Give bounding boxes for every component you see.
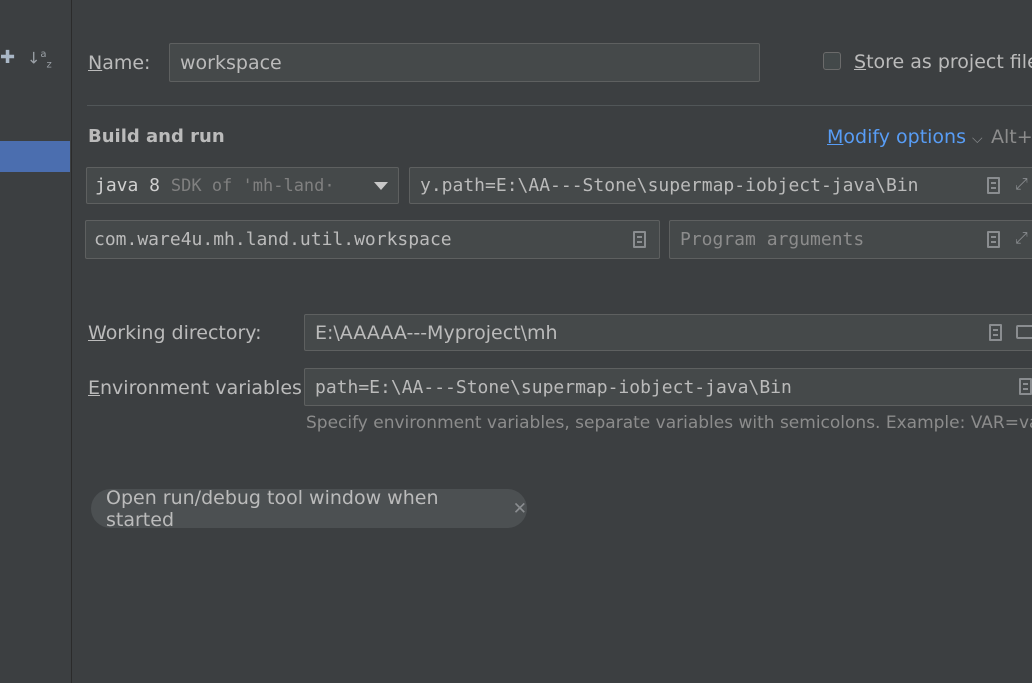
main-class-field[interactable]: com.ware4u.mh.land.util.workspace <box>85 220 660 259</box>
name-field[interactable]: workspace <box>169 43 760 82</box>
working-directory-field[interactable]: E:\AAAAA---Myproject\mh <box>304 314 1032 351</box>
folder-icon[interactable] <box>1016 325 1032 339</box>
edit-environment-icon[interactable] <box>1019 378 1032 395</box>
chip-label: Open run/debug tool window when started <box>106 486 439 531</box>
selected-config-row[interactable] <box>0 141 70 172</box>
open-tool-window-chip: Open run/debug tool window when started … <box>91 486 527 531</box>
close-icon[interactable]: ✕ <box>513 499 527 519</box>
maximize-icon[interactable]: ⤢ <box>1015 228 1028 248</box>
vm-options-field[interactable]: y.path=E:\AA---Stone\supermap-iobject-ja… <box>409 167 1032 204</box>
environment-variables-hint: Specify environment variables, separate … <box>306 413 1032 433</box>
modify-options-shortcut: Alt+M <box>991 126 1032 148</box>
dropdown-arrow-icon <box>374 182 388 190</box>
insert-macro-icon[interactable] <box>989 324 1002 341</box>
chevron-down-icon: ⌵ <box>972 131 983 147</box>
browse-class-icon[interactable] <box>633 231 646 248</box>
name-label: Name: <box>88 52 151 74</box>
environment-variables-field[interactable]: path=E:\AA---Stone\supermap-iobject-java… <box>304 368 1032 406</box>
expand-text-icon[interactable] <box>987 231 1000 248</box>
environment-variables-label: Environment variables: <box>88 377 309 399</box>
program-arguments-field[interactable]: Program arguments ⤢ <box>669 220 1032 259</box>
separator <box>87 105 1032 106</box>
expand-text-icon[interactable] <box>987 177 1000 194</box>
config-tree-panel: ✚ ↓az <box>0 0 72 683</box>
add-folder-icon[interactable]: ✚ <box>0 47 15 69</box>
sdk-combobox[interactable]: java 8 SDK of 'mh-land· <box>86 167 399 204</box>
working-directory-label: Working directory: <box>88 322 262 344</box>
store-as-project-file-checkbox[interactable] <box>823 52 841 70</box>
store-as-project-file-label[interactable]: Store as project file <box>854 51 1032 73</box>
sort-alphabetically-icon[interactable]: ↓az <box>27 44 52 77</box>
build-and-run-heading: Build and run <box>88 126 225 147</box>
modify-options-link[interactable]: Modify options ⌵ <box>827 126 983 148</box>
maximize-icon[interactable]: ⤢ <box>1015 174 1028 194</box>
